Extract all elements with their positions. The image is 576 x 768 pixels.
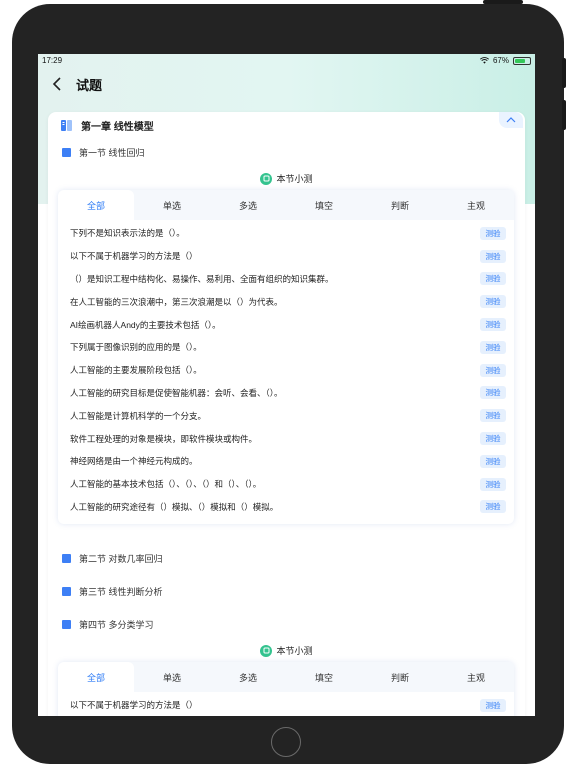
- test-button[interactable]: 测验: [480, 432, 506, 446]
- question-row[interactable]: AI绘画机器人Andy的主要技术包括（）。 测验: [70, 313, 506, 336]
- question-list: 以下不属于机器学习的方法是（） 测验: [58, 692, 514, 716]
- question-row[interactable]: （）是知识工程中结构化、易操作、易利用、全面有组织的知识集群。 测验: [70, 268, 506, 291]
- question-row[interactable]: 软件工程处理的对象是模块，即软件模块或构件。 测验: [70, 427, 506, 450]
- question-text: 下列属于图像识别的应用的是（）。: [70, 342, 202, 353]
- test-button[interactable]: 测验: [480, 318, 506, 332]
- tab-1[interactable]: 单选: [134, 190, 210, 220]
- question-panel: 全部 单选 多选 填空 判断 主观 下列不是知识表示法的是（）。 测验 以下不属于机器学习的方…: [58, 190, 514, 524]
- question-row[interactable]: 以下不属于机器学习的方法是（） 测验: [70, 245, 506, 268]
- status-bar: 17:29 67%: [38, 54, 535, 67]
- test-button[interactable]: 测验: [480, 249, 506, 263]
- question-row[interactable]: 人工智能的基本技术包括（）、（）、（）和（）、（）。 测验: [70, 473, 506, 496]
- section-item-2[interactable]: 第二节 对数几率回归: [62, 552, 163, 565]
- square-icon: [62, 587, 71, 596]
- question-row[interactable]: 下列属于图像识别的应用的是（）。 测验: [70, 336, 506, 359]
- section-label: 第四节 多分类学习: [79, 620, 154, 630]
- tab-bar: 全部 单选 多选 填空 判断 主观: [58, 190, 514, 220]
- square-icon: [62, 554, 71, 563]
- tab-3[interactable]: 填空: [286, 662, 362, 692]
- tab-2[interactable]: 多选: [210, 662, 286, 692]
- question-row[interactable]: 人工智能的主要发展阶段包括（）。 测验: [70, 359, 506, 382]
- quiz-title[interactable]: 本节小测: [48, 644, 525, 657]
- chevron-left-icon: [52, 77, 61, 91]
- test-button[interactable]: 测验: [480, 698, 506, 712]
- question-text: 以下不属于机器学习的方法是（）: [70, 251, 198, 262]
- tab-0[interactable]: 全部: [58, 662, 134, 692]
- section-label: 第一节 线性回归: [79, 148, 145, 158]
- section-item-1[interactable]: 第一节 线性回归: [62, 146, 145, 159]
- page-title: 试题: [76, 77, 103, 93]
- chapter-title: 第一章 线性模型: [81, 122, 154, 133]
- collapse-button[interactable]: [499, 112, 523, 128]
- question-text: 人工智能的主要发展阶段包括（）。: [70, 365, 202, 376]
- question-text: 人工智能是计算机科学的一个分支。: [70, 410, 207, 421]
- question-text: 在人工智能的三次浪潮中，第三次浪潮是以（）为代表。: [70, 296, 283, 307]
- tab-4[interactable]: 判断: [362, 662, 438, 692]
- question-text: 神经网络是由一个神经元构成的。: [70, 456, 198, 467]
- tab-0[interactable]: 全部: [58, 190, 134, 220]
- test-button[interactable]: 测验: [480, 500, 506, 514]
- test-button[interactable]: 测验: [480, 409, 506, 423]
- back-button[interactable]: [42, 69, 72, 99]
- section-item-4[interactable]: 第四节 多分类学习: [62, 618, 154, 631]
- quiz-icon: [260, 172, 273, 185]
- chevron-up-icon: [506, 117, 516, 123]
- test-button[interactable]: 测验: [480, 295, 506, 309]
- quiz-title[interactable]: 本节小测: [48, 172, 525, 185]
- test-button[interactable]: 测验: [480, 477, 506, 491]
- section-label: 第三节 线性判断分析: [79, 587, 163, 597]
- section-label: 第二节 对数几率回归: [79, 554, 163, 564]
- quiz-icon: [260, 644, 273, 657]
- test-button[interactable]: 测验: [480, 272, 506, 286]
- battery-percent: 67%: [492, 56, 509, 65]
- screen: 17:29 67% 试题 第一章 线性模型 第一节 线性回归 本节小测 全部 单…: [38, 54, 535, 716]
- test-button[interactable]: 测验: [480, 454, 506, 468]
- question-row[interactable]: 人工智能是计算机科学的一个分支。 测验: [70, 404, 506, 427]
- question-text: AI绘画机器人Andy的主要技术包括（）。: [70, 319, 221, 330]
- question-text: （）是知识工程中结构化、易操作、易利用、全面有组织的知识集群。: [70, 273, 334, 284]
- volume-down-button: [562, 100, 566, 130]
- home-button[interactable]: [271, 727, 301, 757]
- question-row[interactable]: 人工智能的研究途径有（）模拟、（）模拟和（）模拟。 测验: [70, 496, 506, 519]
- power-button: [483, 0, 523, 4]
- question-list: 下列不是知识表示法的是（）。 测验 以下不属于机器学习的方法是（） 测验 （）是知识工程…: [58, 220, 514, 518]
- test-button[interactable]: 测验: [480, 386, 506, 400]
- wifi-icon: [480, 57, 489, 64]
- nav-bar: 试题: [38, 68, 535, 100]
- tab-3[interactable]: 填空: [286, 190, 362, 220]
- question-row[interactable]: 人工智能的研究目标是促使智能机器：会听、会看、（）。 测验: [70, 382, 506, 405]
- question-row[interactable]: 神经网络是由一个神经元构成的。 测验: [70, 450, 506, 473]
- square-icon: [62, 148, 71, 157]
- question-text: 软件工程处理的对象是模块，即软件模块或构件。: [70, 433, 258, 444]
- test-button[interactable]: 测验: [480, 363, 506, 377]
- question-panel: 全部 单选 多选 填空 判断 主观 以下不属于机器学习的方法是（） 测验: [58, 662, 514, 716]
- tab-5[interactable]: 主观: [438, 662, 514, 692]
- test-button[interactable]: 测验: [480, 340, 506, 354]
- book-icon: [61, 120, 72, 131]
- status-time: 17:29: [42, 56, 63, 65]
- battery-icon: [513, 56, 531, 65]
- tab-1[interactable]: 单选: [134, 662, 210, 692]
- question-text: 人工智能的研究目标是促使智能机器：会听、会看、（）。: [70, 387, 283, 398]
- volume-up-button: [562, 58, 566, 88]
- tab-bar: 全部 单选 多选 填空 判断 主观: [58, 662, 514, 692]
- tab-4[interactable]: 判断: [362, 190, 438, 220]
- tab-5[interactable]: 主观: [438, 190, 514, 220]
- test-button[interactable]: 测验: [480, 226, 506, 240]
- question-row[interactable]: 以下不属于机器学习的方法是（） 测验: [70, 694, 506, 716]
- tab-2[interactable]: 多选: [210, 190, 286, 220]
- square-icon: [62, 620, 71, 629]
- question-text: 人工智能的研究途径有（）模拟、（）模拟和（）模拟。: [70, 501, 279, 512]
- quiz-label: 本节小测: [276, 174, 313, 184]
- question-text: 人工智能的基本技术包括（）、（）、（）和（）、（）。: [70, 479, 262, 490]
- chapter-card: 第一章 线性模型 第一节 线性回归 本节小测 全部 单选 多选 填空 判断 主观 下列不是…: [48, 112, 525, 716]
- quiz-label: 本节小测: [276, 646, 313, 656]
- question-row[interactable]: 下列不是知识表示法的是（）。 测验: [70, 222, 506, 245]
- question-row[interactable]: 在人工智能的三次浪潮中，第三次浪潮是以（）为代表。 测验: [70, 290, 506, 313]
- chapter-header[interactable]: 第一章 线性模型: [60, 118, 154, 133]
- section-item-3[interactable]: 第三节 线性判断分析: [62, 585, 163, 598]
- question-text: 以下不属于机器学习的方法是（）: [70, 700, 198, 711]
- question-text: 下列不是知识表示法的是（）。: [70, 228, 185, 239]
